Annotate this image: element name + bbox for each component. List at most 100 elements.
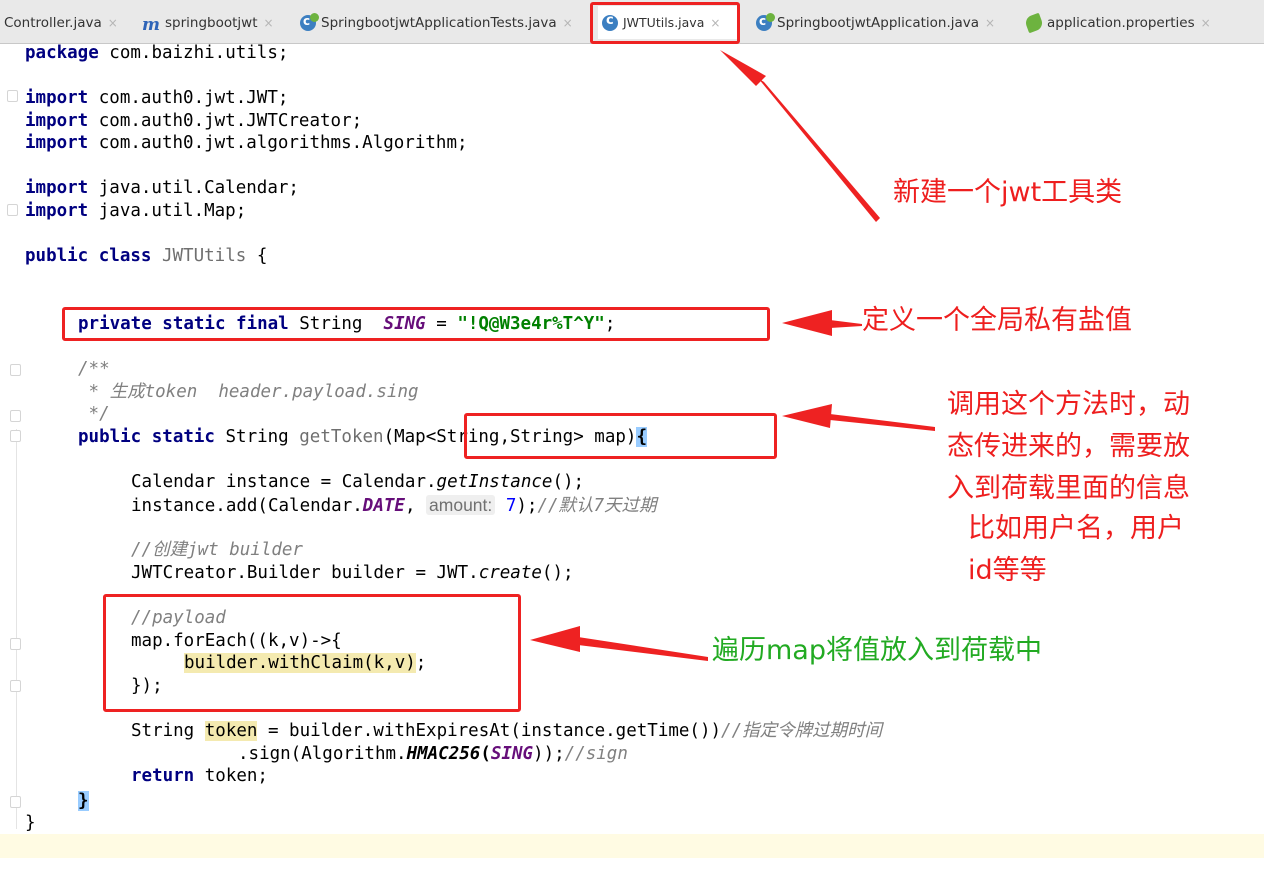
code-text: instance.add(Calendar. [131,496,363,516]
code-text: Calendar instance = Calendar. [131,472,437,492]
code-line[interactable]: String token = builder.withExpiresAt(ins… [131,720,882,743]
tab-springbootjwt-application-tests[interactable]: SpringbootjwtApplicationTests.java × [296,6,590,39]
annotation-box-params [464,413,777,459]
code-text: .sign(Algorithm. [238,744,407,764]
fold-icon[interactable] [7,90,18,102]
code-text: )); [533,744,565,764]
code-text: token; [194,766,268,786]
close-icon[interactable]: × [264,16,274,30]
code-text: String [131,721,205,741]
annotation-text: 遍历map将值放入到荷载中 [712,635,1042,666]
fold-icon[interactable] [10,796,21,808]
code-text: { [246,246,268,266]
keyword: package [25,43,99,63]
code-text: com.baizhi.utils; [98,43,289,63]
code-text: , [404,496,427,516]
tab-springbootjwt[interactable]: m springbootjwt × [138,6,286,39]
annotation-box-salt [62,307,770,341]
annotation-text: 定义一个全局私有盐值 [862,305,1132,336]
constant-name: SING [490,744,534,764]
annotation-text: id等等 [968,555,1047,586]
fold-icon[interactable] [10,430,21,442]
fold-icon[interactable] [10,410,21,422]
code-line[interactable]: } [25,812,36,835]
code-text: com.auth0.jwt.JWT; [88,88,289,108]
code-line[interactable]: import java.util.Map; [25,200,246,223]
annotation-box-tab [590,2,740,44]
code-line[interactable]: public class JWTUtils { [25,245,267,268]
keyword: import [25,111,89,131]
number-literal: 7 [505,496,517,516]
annotation-text: 调用这个方法时，动 [947,389,1190,420]
code-line[interactable]: import com.auth0.jwt.algorithms.Algorith… [25,132,468,155]
code-text: String [214,427,300,447]
keyword: import [25,201,89,221]
code-line[interactable]: JWTCreator.Builder builder = JWT.create(… [131,562,574,585]
code-text: java.util.Map; [88,201,247,221]
fold-icon[interactable] [10,680,21,692]
comment: //sign [564,744,628,764]
code-line[interactable]: import java.util.Calendar; [25,177,299,200]
tab-springbootjwt-application[interactable]: SpringbootjwtApplication.java × [752,6,1010,39]
spring-properties-icon [1023,12,1045,33]
comment: //指定令牌过期时间 [721,721,883,741]
code-line[interactable]: return token; [131,765,268,788]
code-text: com.auth0.jwt.algorithms.Algorithm; [88,133,468,153]
keyword: import [25,133,89,153]
maven-module-icon: m [142,14,160,35]
code-line[interactable]: Calendar instance = Calendar.getInstance… [131,471,584,494]
current-line-highlight [0,834,1264,858]
code-text: = builder.withExpiresAt(instance.getTime… [257,721,722,741]
code-text: ); [516,496,538,516]
spring-class-icon [300,12,319,31]
code-line[interactable]: import com.auth0.jwt.JWTCreator; [25,110,362,133]
code-text: (); [541,563,574,583]
close-icon[interactable]: × [563,16,573,30]
code-text: (); [552,472,585,492]
code-line[interactable]: //创建jwt builder [131,539,303,562]
code-text: com.auth0.jwt.JWTCreator; [88,111,363,131]
close-icon[interactable]: × [108,16,118,30]
code-line[interactable]: import com.auth0.jwt.JWT; [25,87,288,110]
code-line[interactable]: .sign(Algorithm.HMAC256(SING));//sign [238,743,628,766]
code-line[interactable]: package com.baizhi.utils; [25,42,288,65]
comment: //默认7天过期 [537,496,657,516]
spring-class-icon [756,12,775,31]
constant-name: DATE [362,496,405,516]
code-text: java.util.Calendar; [88,178,299,198]
static-method: HMAC256 [406,744,481,764]
code-line[interactable]: /** [78,358,110,381]
variable-highlight: token [204,721,258,741]
code-line[interactable]: } [78,790,89,813]
gutter-divider [16,429,17,829]
class-name: JWTUtils [161,246,247,266]
keyword: import [25,88,89,108]
code-line[interactable]: instance.add(Calendar.DATE, amount: 7);/… [131,494,657,518]
annotation-box-foreach [103,594,521,712]
keyword: return [131,766,195,786]
code-text: JWTCreator.Builder builder = JWT. [131,563,479,583]
static-method: create [478,563,542,583]
close-icon[interactable]: × [1201,16,1211,30]
tab-controller[interactable]: Controller.java × [0,6,128,39]
method-name: getToken [299,427,384,447]
keyword: public class [25,246,152,266]
tab-label: Controller.java [4,14,102,31]
tab-application-properties[interactable]: application.properties × [1022,6,1222,39]
code-line[interactable]: * 生成token header.payload.sing [78,381,419,404]
static-method: getInstance [436,472,553,492]
tab-label: application.properties [1047,14,1195,31]
annotation-text: 态传进来的，需要放 [947,431,1190,462]
annotation-text: 比如用户名，用户 [968,513,1184,544]
tab-label: SpringbootjwtApplication.java [777,14,980,31]
annotation-text: 入到荷载里面的信息 [947,473,1190,504]
fold-icon[interactable] [10,638,21,650]
fold-icon[interactable] [10,364,21,376]
fold-icon[interactable] [7,204,18,216]
brace: } [78,791,89,811]
tab-label: SpringbootjwtApplicationTests.java [321,14,557,31]
code-line[interactable]: */ [78,403,110,426]
keyword: import [25,178,89,198]
parameter-hint: amount: [426,495,496,515]
close-icon[interactable]: × [985,16,995,30]
